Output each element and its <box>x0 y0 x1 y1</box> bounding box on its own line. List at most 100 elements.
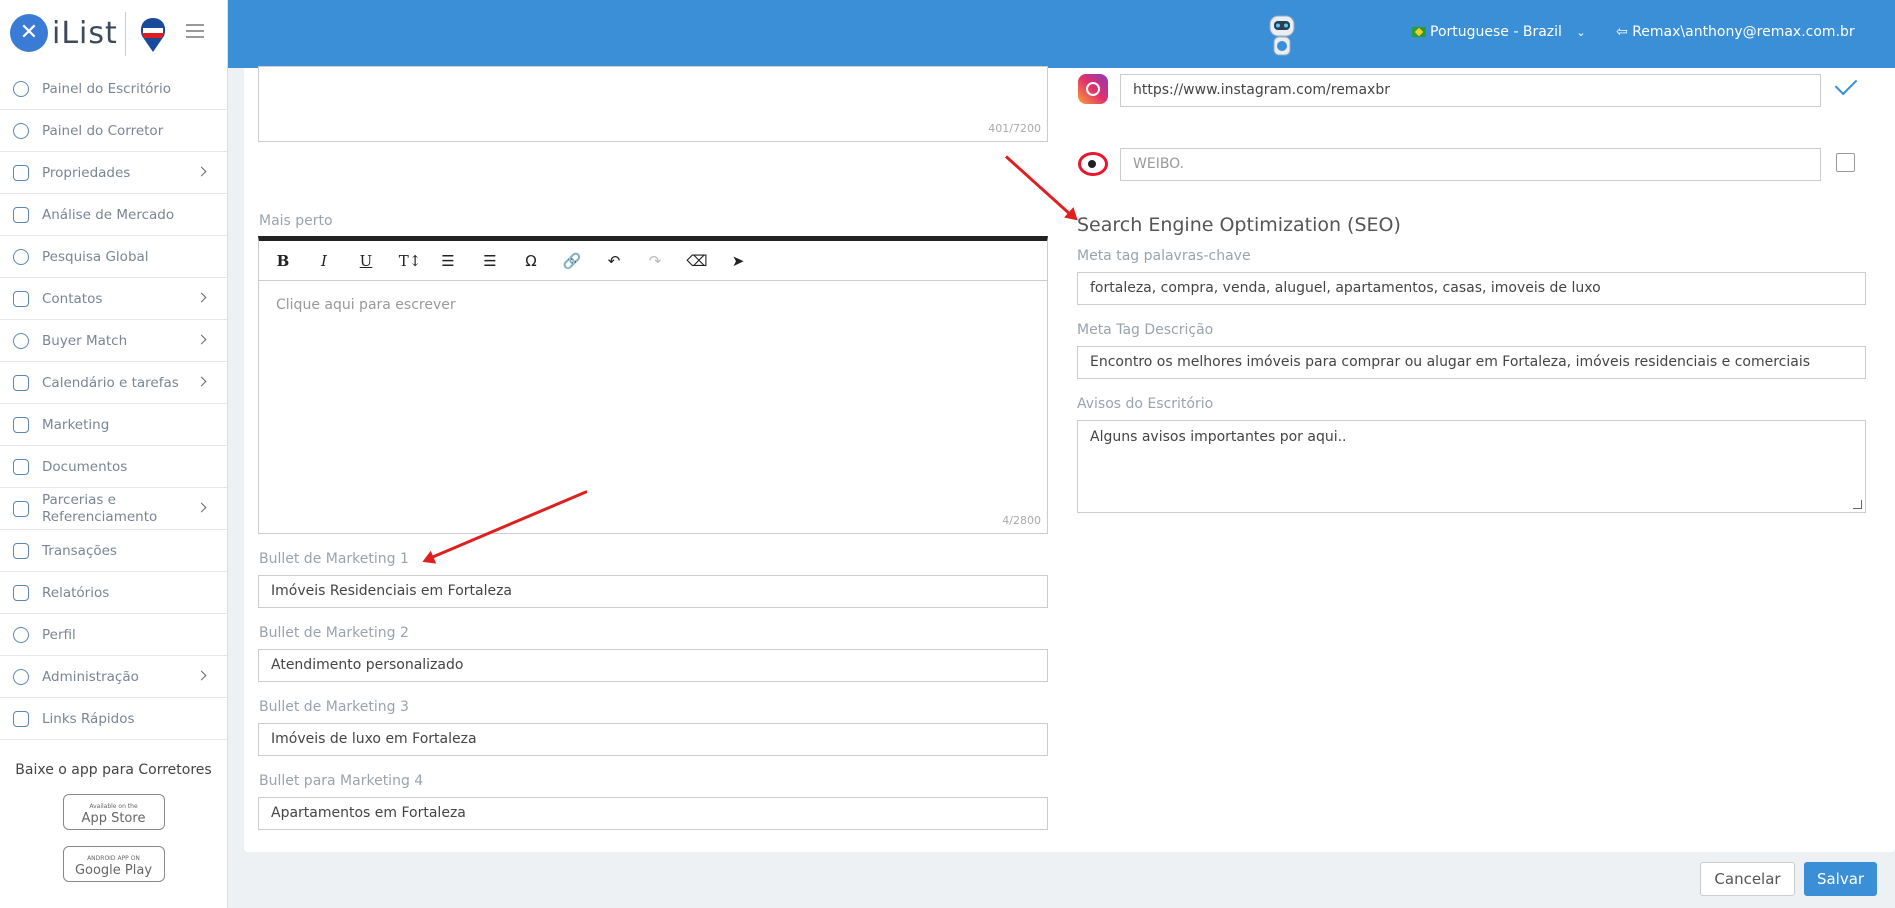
office-notices-label: Avisos do Escritório <box>1077 396 1214 412</box>
sidebar-item-administracao[interactable]: Administração <box>0 656 227 698</box>
bullet-3-input[interactable]: Imóveis de luxo em Fortaleza <box>258 723 1048 756</box>
weibo-checkbox[interactable] <box>1836 153 1855 172</box>
sidebar-item-relatorios[interactable]: Relatórios <box>0 572 227 614</box>
sidebar-item-label: Buyer Match <box>42 332 128 349</box>
chevron-right-icon <box>196 376 207 387</box>
meta-description-label: Meta Tag Descrição <box>1077 322 1214 338</box>
google-play-label: Google Play <box>74 863 153 878</box>
ordered-list-icon[interactable]: ☰ <box>436 249 460 273</box>
sidebar-item-painel-corretor[interactable]: Painel do Corretor <box>0 110 227 152</box>
sidebar-item-label: Marketing <box>42 416 110 433</box>
remax-balloon-icon <box>140 18 166 52</box>
redo-icon[interactable]: ↷ <box>643 249 667 273</box>
google-play-badge[interactable]: ANDROID APP ON Google Play <box>62 846 165 882</box>
user-icon <box>13 333 29 349</box>
user-label: Remax\anthony@remax.com.br <box>1632 24 1855 40</box>
chevron-right-icon <box>196 166 207 177</box>
back-arrow-icon: ⇦ <box>1616 24 1633 40</box>
building-icon <box>13 711 29 727</box>
editor-placeholder: Clique aqui para escrever <box>276 297 456 313</box>
underline-button[interactable]: U <box>354 249 378 273</box>
sidebar-item-label: Calendário e tarefas <box>42 374 179 391</box>
user-icon <box>13 627 29 643</box>
sidebar-item-propriedades[interactable]: Propriedades <box>0 152 227 194</box>
user-menu[interactable]: ⇦ Remax\anthony@remax.com.br <box>1616 24 1855 40</box>
sidebar-item-buyer-match[interactable]: Buyer Match <box>0 320 227 362</box>
italic-button[interactable]: I <box>312 249 336 273</box>
language-label: Portuguese - Brazil <box>1430 24 1562 40</box>
instagram-icon <box>1078 74 1108 104</box>
sidebar-item-calendario[interactable]: Calendário e tarefas <box>0 362 227 404</box>
sidebar-item-label: Propriedades <box>42 164 131 181</box>
keywords-label: Meta tag palavras-chave <box>1077 248 1251 264</box>
ilist-logo-icon: ✕ <box>10 14 48 52</box>
menu-toggle-icon[interactable] <box>186 24 204 38</box>
bullet-2-input[interactable]: Atendimento personalizado <box>258 649 1048 682</box>
unordered-list-icon[interactable]: ☰ <box>478 249 502 273</box>
sidebar-item-label: Pesquisa Global <box>42 248 149 265</box>
undo-icon[interactable]: ↶ <box>602 249 626 273</box>
top-bar: ✕ iList Portuguese - Brazil ⌄ ⇦ Remax\an… <box>0 0 1895 68</box>
bullet-1-label: Bullet de Marketing 1 <box>259 551 409 567</box>
bold-button[interactable]: B <box>271 249 295 273</box>
sidebar-item-label: Transações <box>42 542 117 559</box>
sidebar-item-analise-mercado[interactable]: Análise de Mercado <box>0 194 227 236</box>
sidebar-item-documentos[interactable]: Documentos <box>0 446 227 488</box>
meta-description-input[interactable]: Encontro os melhores imóveis para compra… <box>1077 346 1866 379</box>
sidebar-item-label: Links Rápidos <box>42 710 135 727</box>
search-icon <box>13 249 29 265</box>
app-download-title: Baixe o app para Corretores <box>15 762 212 778</box>
logo-divider <box>125 12 126 56</box>
sidebar-item-label: Análise de Mercado <box>42 206 175 223</box>
sidebar-item-painel-escritorio[interactable]: Painel do Escritório <box>0 68 227 110</box>
eraser-icon[interactable]: ⌫ <box>685 249 709 273</box>
font-size-button[interactable]: T↕ <box>395 249 425 273</box>
sidebar-item-label: Documentos <box>42 458 128 475</box>
instagram-input[interactable]: https://www.instagram.com/remaxbr <box>1120 74 1821 107</box>
book-icon <box>13 417 29 433</box>
chevron-right-icon <box>196 334 207 345</box>
resize-handle-icon[interactable] <box>1853 500 1862 509</box>
mais-perto-editor[interactable]: Clique aqui para escrever 4/2800 <box>258 281 1048 534</box>
select-cursor-icon[interactable]: ➤ <box>726 249 750 273</box>
home-icon <box>13 165 29 181</box>
mais-perto-label: Mais perto <box>259 213 333 229</box>
folder-icon <box>13 459 29 475</box>
office-notices-textarea[interactable]: Alguns avisos importantes por aqui.. <box>1077 420 1866 513</box>
chevron-down-icon: ⌄ <box>1576 26 1586 39</box>
chevron-right-icon <box>196 502 207 513</box>
sidebar-item-parcerias[interactable]: Parcerias e Referenciamento <box>0 488 227 530</box>
sidebar-item-transacoes[interactable]: Transações <box>0 530 227 572</box>
briefcase-icon <box>13 543 29 559</box>
gauge-icon <box>13 81 29 97</box>
weibo-input[interactable]: WEIBO. <box>1120 148 1821 181</box>
sidebar-item-label: Relatórios <box>42 584 110 601</box>
cancel-button[interactable]: Cancelar <box>1700 862 1795 896</box>
save-button[interactable]: Salvar <box>1804 862 1877 896</box>
robot-assistant-icon[interactable] <box>1262 10 1302 60</box>
sidebar-item-pesquisa-global[interactable]: Pesquisa Global <box>0 236 227 278</box>
calendar-icon <box>13 375 29 391</box>
sidebar-item-marketing[interactable]: Marketing <box>0 404 227 446</box>
gear-icon <box>13 669 29 685</box>
sidebar-item-contatos[interactable]: Contatos <box>0 278 227 320</box>
sidebar-item-label: Perfil <box>42 626 76 643</box>
link-icon[interactable]: 🔗 <box>560 249 584 273</box>
app-store-badge[interactable]: Available on the App Store <box>62 794 165 830</box>
bar-chart-icon <box>13 585 29 601</box>
sidebar-item-label: Painel do Escritório <box>42 80 171 97</box>
bullet-1-input[interactable]: Imóveis Residenciais em Fortaleza <box>258 575 1048 608</box>
keywords-input[interactable]: fortaleza, compra, venda, aluguel, apart… <box>1077 272 1866 305</box>
editor-toolbar: B I U T↕ ☰ ☰ Ω 🔗 ↶ ↷ ⌫ ➤ <box>258 236 1048 281</box>
sidebar-item-perfil[interactable]: Perfil <box>0 614 227 656</box>
bullet-2-label: Bullet de Marketing 2 <box>259 625 409 641</box>
chevron-right-icon <box>196 670 207 681</box>
bullet-4-input[interactable]: Apartamentos em Fortaleza <box>258 797 1048 830</box>
description-textarea[interactable]: 401/7200 <box>258 66 1048 142</box>
language-selector[interactable]: Portuguese - Brazil ⌄ <box>1412 24 1586 40</box>
editor-char-counter: 4/2800 <box>1002 514 1041 527</box>
seo-section-title: Search Engine Optimization (SEO) <box>1077 214 1401 236</box>
sidebar-item-links-rapidos[interactable]: Links Rápidos <box>0 698 227 740</box>
special-char-icon[interactable]: Ω <box>519 249 543 273</box>
chevron-right-icon <box>196 292 207 303</box>
